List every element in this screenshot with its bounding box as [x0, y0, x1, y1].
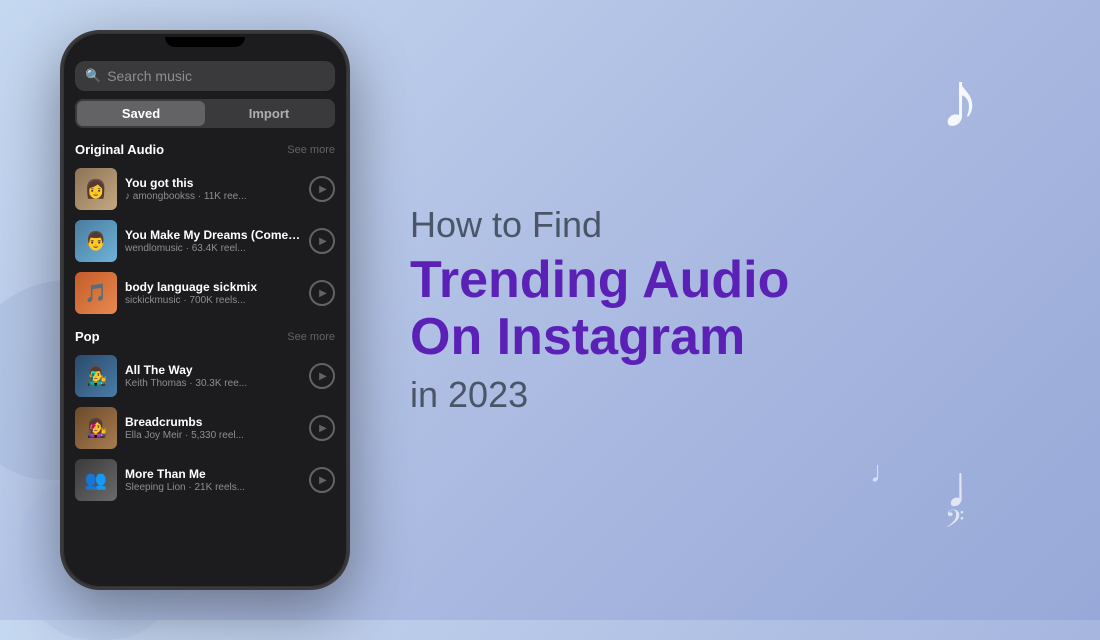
song-info-5: Breadcrumbs Ella Joy Meir · 5,330 reel..…: [125, 415, 301, 441]
song-item-4: 👨‍🎤 All The Way Keith Thomas · 30.3K ree…: [63, 350, 347, 402]
song-meta-4: Keith Thomas · 30.3K ree...: [125, 378, 301, 389]
trending-line2: On Instagram: [410, 308, 745, 366]
right-content: How to Find Trending Audio On Instagram …: [410, 204, 990, 416]
play-button-5[interactable]: ▶: [309, 415, 335, 441]
search-input[interactable]: Search music: [107, 68, 192, 84]
see-more-original[interactable]: See more: [287, 144, 335, 156]
section-header-original: Original Audio See more: [63, 138, 347, 163]
song-title-4: All The Way: [125, 363, 301, 377]
song-info-6: More Than Me Sleeping Lion · 21K reels..…: [125, 467, 301, 493]
section-header-pop: Pop See more: [63, 325, 347, 350]
song-item-6: 👥 More Than Me Sleeping Lion · 21K reels…: [63, 454, 347, 506]
play-button-2[interactable]: ▶: [309, 228, 335, 254]
song-thumb-1: 👩: [75, 168, 117, 210]
song-thumb-4: 👨‍🎤: [75, 355, 117, 397]
thumb-img-4: 👨‍🎤: [75, 355, 117, 397]
music-note-large-icon: ♪: [940, 60, 980, 140]
song-meta-6: Sleeping Lion · 21K reels...: [125, 482, 301, 493]
song-title-6: More Than Me: [125, 467, 301, 481]
song-item-2: 👨 You Make My Dreams (Come Tru... wendlo…: [63, 215, 347, 267]
thumb-img-3: 🎵: [75, 272, 117, 314]
play-icon-6: ▶: [319, 475, 327, 486]
song-meta-1: ♪ amongbookss · 11K ree...: [125, 191, 301, 202]
play-button-1[interactable]: ▶: [309, 176, 335, 202]
song-info-2: You Make My Dreams (Come Tru... wendlomu…: [125, 228, 301, 254]
play-button-4[interactable]: ▶: [309, 363, 335, 389]
thumb-img-2: 👨: [75, 220, 117, 262]
song-item-5: 👩‍🎤 Breadcrumbs Ella Joy Meir · 5,330 re…: [63, 402, 347, 454]
play-icon-5: ▶: [319, 423, 327, 434]
song-title-5: Breadcrumbs: [125, 415, 301, 429]
song-meta-5: Ella Joy Meir · 5,330 reel...: [125, 430, 301, 441]
song-title-3: body language sickmix: [125, 280, 301, 294]
phone-mockup: 🔍 Search music Saved Import Original Aud…: [60, 30, 350, 590]
song-info-4: All The Way Keith Thomas · 30.3K ree...: [125, 363, 301, 389]
phone-notch: [165, 37, 245, 47]
search-bar[interactable]: 🔍 Search music: [75, 61, 335, 91]
play-icon-3: ▶: [319, 288, 327, 299]
song-thumb-5: 👩‍🎤: [75, 407, 117, 449]
play-icon-2: ▶: [319, 236, 327, 247]
tab-bar: Saved Import: [75, 99, 335, 128]
music-note-small-icon: ♩: [870, 456, 900, 490]
trending-line1: Trending Audio: [410, 251, 789, 309]
how-to-text: How to Find: [410, 204, 990, 246]
tab-import[interactable]: Import: [205, 101, 333, 126]
song-info-3: body language sickmix sickickmusic · 700…: [125, 280, 301, 306]
thumb-img-6: 👥: [75, 459, 117, 501]
phone-screen: 🔍 Search music Saved Import Original Aud…: [63, 47, 347, 587]
play-button-6[interactable]: ▶: [309, 467, 335, 493]
search-icon: 🔍: [85, 68, 101, 84]
see-more-pop[interactable]: See more: [287, 331, 335, 343]
section-title-original: Original Audio: [75, 142, 164, 157]
song-item-3: 🎵 body language sickmix sickickmusic · 7…: [63, 267, 347, 319]
play-icon-4: ▶: [319, 371, 327, 382]
song-info-1: You got this ♪ amongbookss · 11K ree...: [125, 176, 301, 202]
song-thumb-2: 👨: [75, 220, 117, 262]
thumb-img-5: 👩‍🎤: [75, 407, 117, 449]
play-button-3[interactable]: ▶: [309, 280, 335, 306]
year-text: in 2023: [410, 374, 990, 416]
tab-saved[interactable]: Saved: [77, 101, 205, 126]
song-title-2: You Make My Dreams (Come Tru...: [125, 228, 301, 242]
song-meta-3: sickickmusic · 700K reels...: [125, 295, 301, 306]
trending-title: Trending Audio On Instagram: [410, 252, 990, 366]
section-title-pop: Pop: [75, 329, 100, 344]
song-thumb-6: 👥: [75, 459, 117, 501]
bass-clef-icon: ♩𝄢: [945, 452, 1000, 540]
song-item-1: 👩 You got this ♪ amongbookss · 11K ree..…: [63, 163, 347, 215]
song-title-1: You got this: [125, 176, 301, 190]
song-meta-2: wendlomusic · 63.4K reel...: [125, 243, 301, 254]
thumb-img-1: 👩: [75, 168, 117, 210]
play-icon-1: ▶: [319, 184, 327, 195]
song-thumb-3: 🎵: [75, 272, 117, 314]
